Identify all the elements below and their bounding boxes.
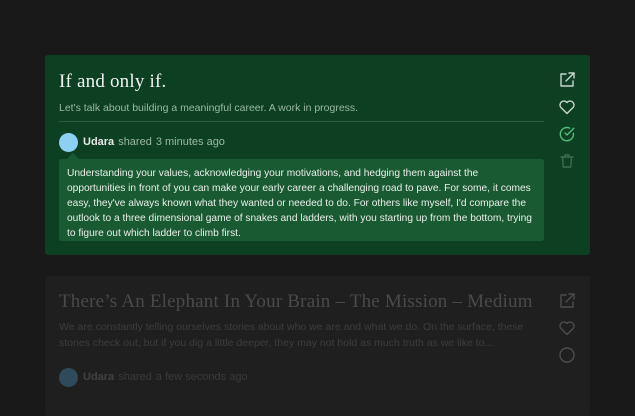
post-card[interactable]: There’s An Elephant In Your Brain – The … <box>45 276 590 416</box>
avatar[interactable] <box>59 367 78 387</box>
share-info: Udara shared a few seconds ago <box>59 367 248 387</box>
avatar[interactable] <box>59 132 78 152</box>
external-link-icon[interactable] <box>558 292 576 310</box>
shared-time: a few seconds ago <box>155 371 248 383</box>
check-circle-icon[interactable] <box>558 125 576 143</box>
post-subtitle: We are constantly telling ourselves stor… <box>59 321 524 349</box>
post-actions <box>558 292 576 373</box>
comment-bubble: Understanding your values, acknowledging… <box>59 159 544 241</box>
post-card[interactable]: If and only if. Let's talk about buildin… <box>45 55 590 255</box>
post-title[interactable]: If and only if. <box>59 71 166 93</box>
post-subtitle: Let's talk about building a meaningful c… <box>59 102 359 114</box>
circle-icon[interactable] <box>558 346 576 364</box>
shared-by-user[interactable]: Udara <box>83 136 114 148</box>
shared-by-user[interactable]: Udara <box>83 371 114 383</box>
shared-verb: shared <box>118 136 152 148</box>
trash-icon[interactable] <box>558 152 576 170</box>
shared-time: 3 minutes ago <box>155 136 225 148</box>
heart-icon[interactable] <box>558 319 576 337</box>
divider <box>59 121 544 122</box>
external-link-icon[interactable] <box>558 71 576 89</box>
share-info: Udara shared 3 minutes ago <box>59 132 225 152</box>
post-actions <box>558 71 576 179</box>
post-title[interactable]: There’s An Elephant In Your Brain – The … <box>59 291 533 313</box>
heart-icon[interactable] <box>558 98 576 116</box>
shared-verb: shared <box>118 371 152 383</box>
